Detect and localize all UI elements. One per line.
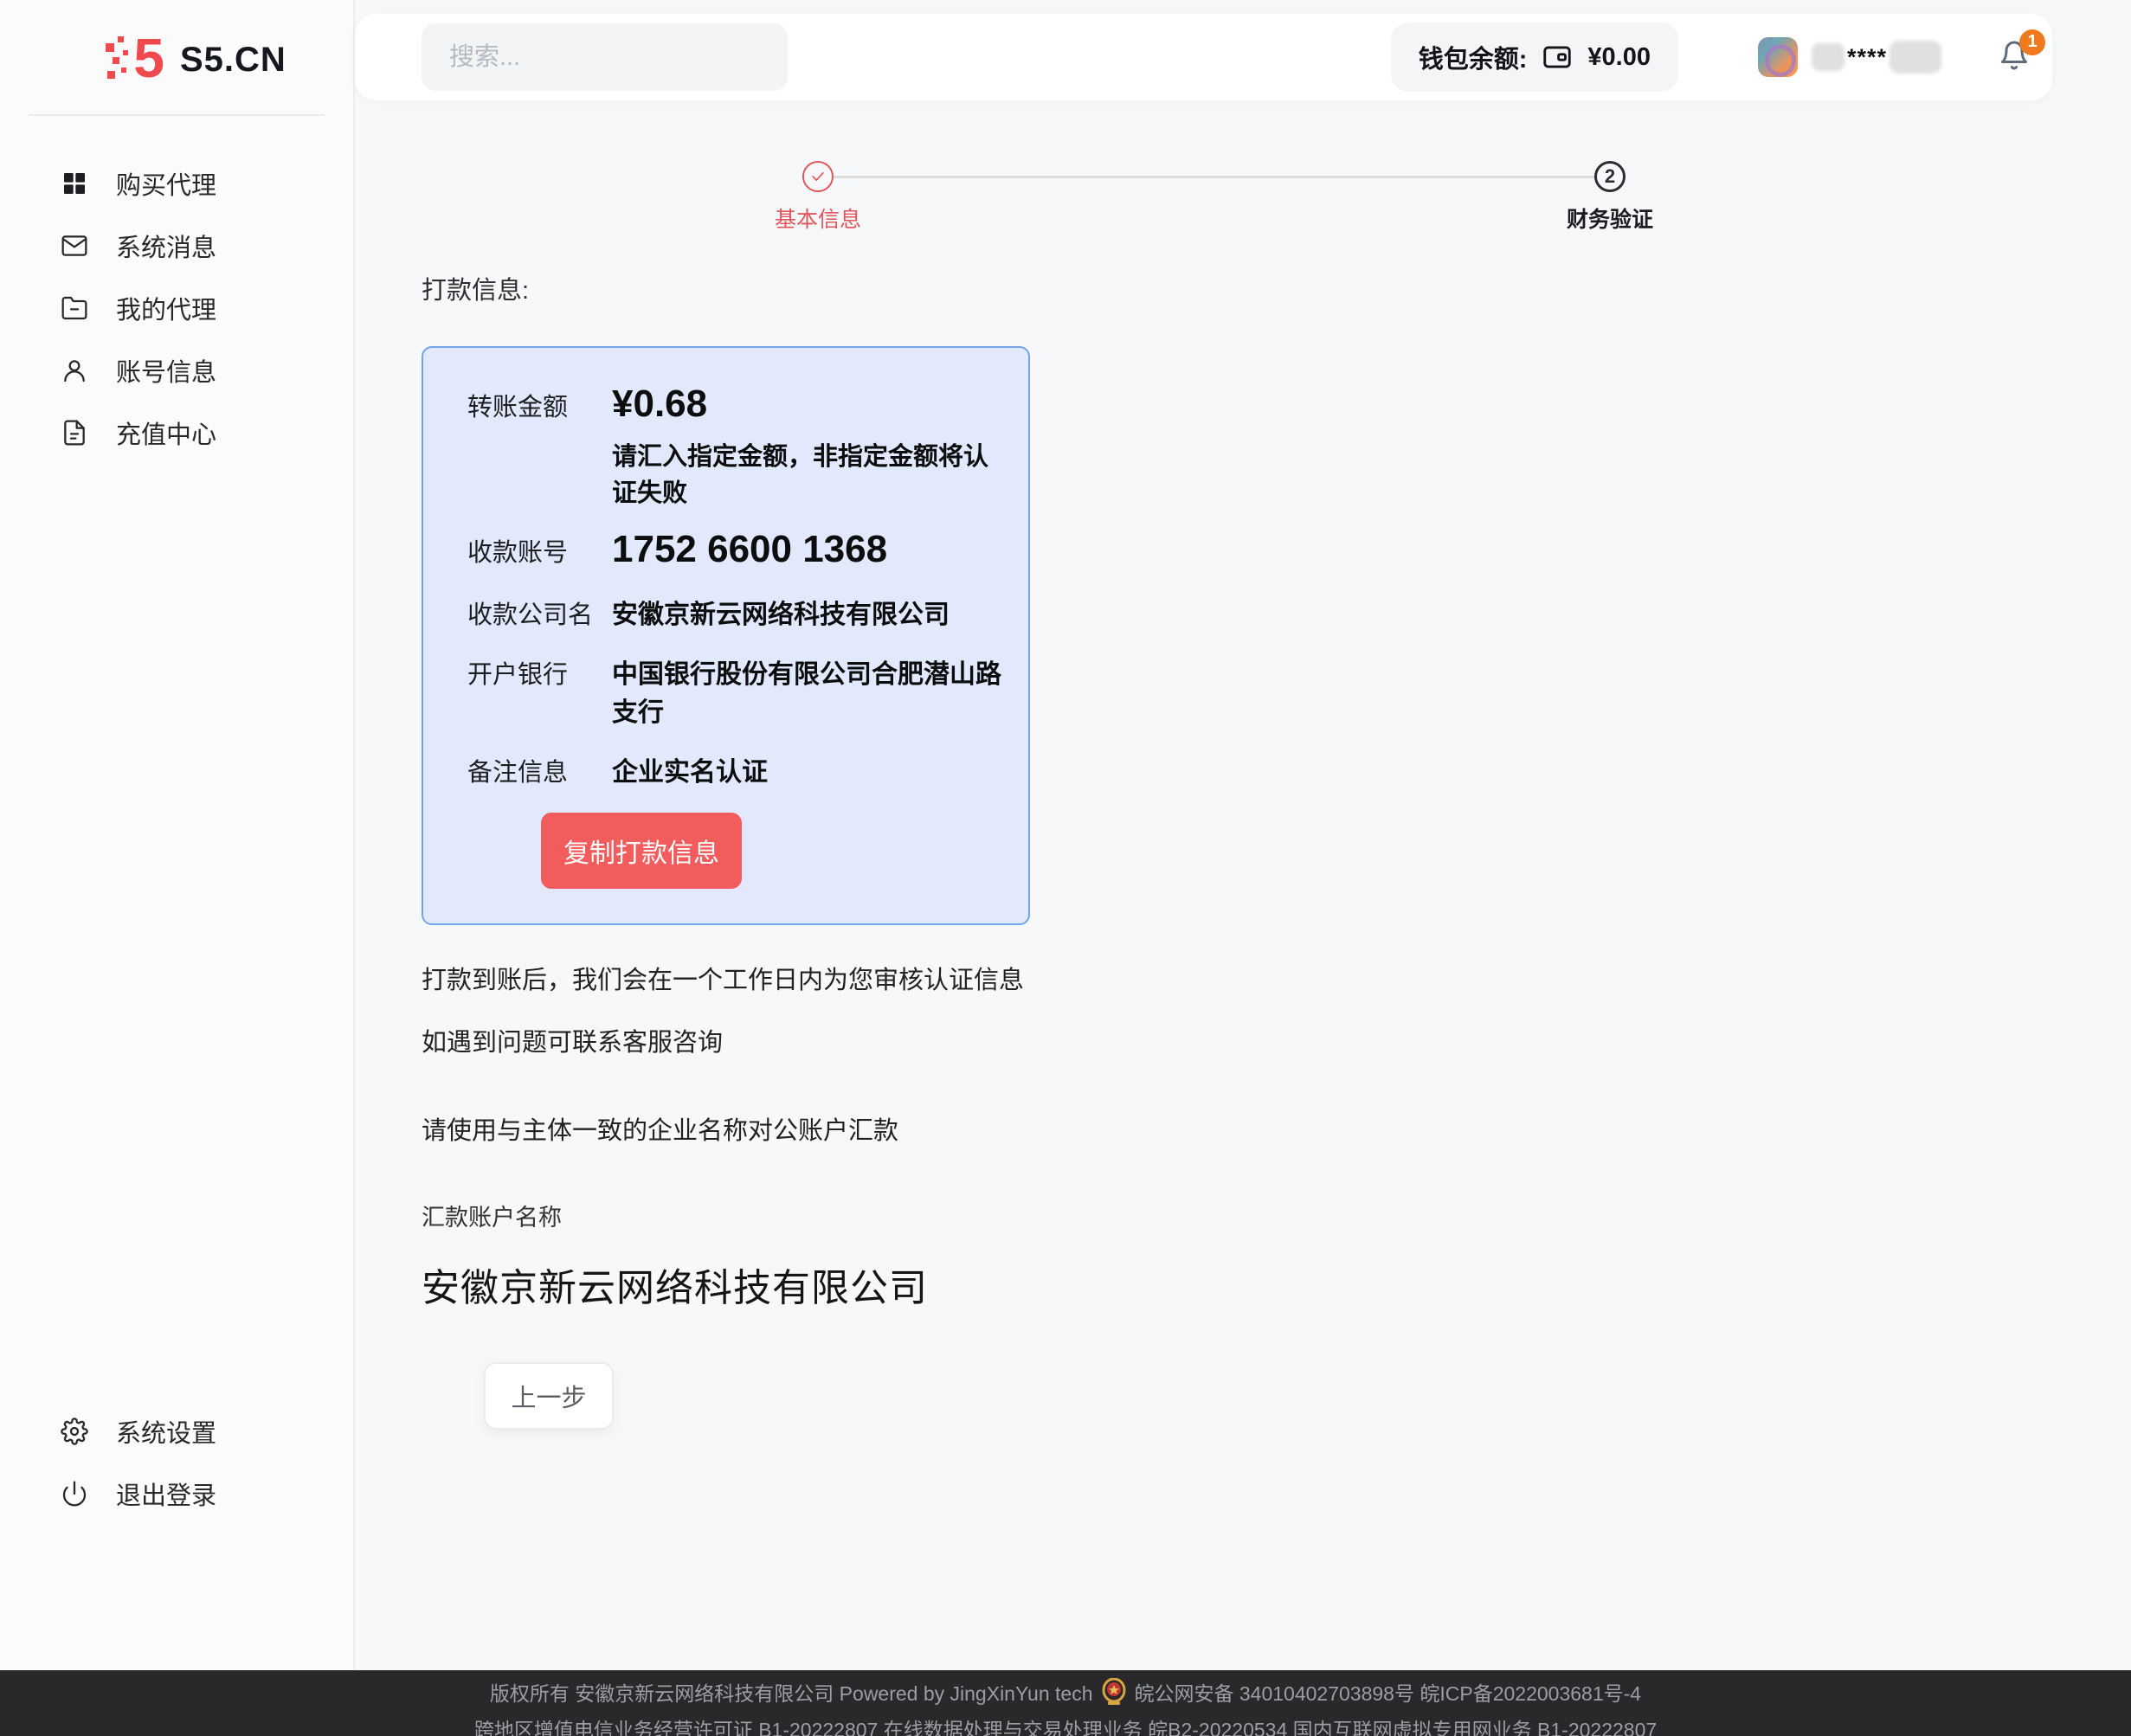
sidebar-item-account-info[interactable]: 账号信息	[0, 339, 353, 402]
stepper: 基本信息 2 财务验证	[355, 161, 2131, 251]
payment-row-bank: 开户银行 中国银行股份有限公司合肥潜山路支行	[467, 650, 1002, 729]
receiving-account-value: 1752 6600 1368	[612, 528, 887, 571]
masked-blob	[1812, 43, 1845, 71]
wallet-balance-amount: ¥0.00	[1587, 43, 1651, 72]
sidebar-item-label: 系统消息	[116, 228, 216, 264]
step-done-circle	[802, 161, 834, 192]
footer-line-1: 版权所有 安徽京新云网络科技有限公司 Powered by JingXinYun…	[490, 1677, 1641, 1707]
sidebar-item-system-messages[interactable]: 系统消息	[0, 215, 353, 277]
wallet-icon	[1541, 41, 1574, 74]
user-icon	[61, 357, 88, 384]
sidebar-item-buy-proxy[interactable]: 购买代理	[0, 152, 353, 215]
sidebar-item-my-proxies[interactable]: 我的代理	[0, 277, 353, 339]
note-contact-support: 如遇到问题可联系客服咨询	[422, 1022, 2131, 1058]
payment-row-label: 转账金额	[467, 383, 612, 509]
payment-section-title: 打款信息:	[422, 270, 2131, 306]
sidebar-item-system-settings[interactable]: 系统设置	[0, 1400, 353, 1463]
sidebar: 5 S5.CN 购买代理 系统消息	[0, 0, 355, 1670]
sidebar-item-label: 购买代理	[116, 165, 216, 202]
footer-beian: 皖公网安备 34010402703898号 皖ICP备2022003681号-4	[1135, 1677, 1642, 1707]
page: 5 S5.CN 购买代理 系统消息	[0, 0, 2131, 1670]
sidebar-item-label: 系统设置	[116, 1413, 216, 1450]
search-input[interactable]	[422, 23, 788, 91]
sidebar-item-logout[interactable]: 退出登录	[0, 1463, 353, 1525]
payment-row-label: 收款公司名	[467, 590, 612, 631]
payment-row-amount: 转账金额 ¥0.68 请汇入指定金额，非指定金额将认证失败	[467, 383, 1002, 509]
remit-account-name: 安徽京新云网络科技有限公司	[422, 1257, 2131, 1312]
gear-icon	[61, 1418, 88, 1445]
notification-bell[interactable]: 1	[1999, 40, 2030, 75]
footer-licenses: 跨地区增值电信业务经营许可证 B1-20222807 在线数据处理与交易处理业务…	[474, 1713, 1657, 1736]
public-security-badge-icon	[1102, 1678, 1126, 1706]
avatar[interactable]	[1758, 37, 1798, 77]
sidebar-divider	[29, 114, 325, 116]
footer: 版权所有 安徽京新云网络科技有限公司 Powered by JingXinYun…	[0, 1670, 2131, 1736]
topbar-right: 钱包余额: ¥0.00 **** 1	[1391, 23, 2030, 92]
remark-value: 企业实名认证	[612, 748, 768, 788]
sidebar-item-recharge-center[interactable]: 充值中心	[0, 402, 353, 464]
logo-text: S5.CN	[180, 41, 286, 80]
note-use-company-account: 请使用与主体一致的企业名称对公账户汇款	[422, 1110, 2131, 1147]
notes-section: 打款到账后，我们会在一个工作日内为您审核认证信息 如遇到问题可联系客服咨询 请使…	[422, 960, 2131, 1312]
payment-row-label: 收款账号	[467, 528, 612, 571]
payment-row-company: 收款公司名 安徽京新云网络科技有限公司	[467, 590, 1002, 631]
step-label: 财务验证	[1567, 203, 1653, 234]
payment-row-label: 备注信息	[467, 748, 612, 788]
check-icon	[809, 168, 827, 185]
step-finance-verify: 2 财务验证	[1567, 161, 1653, 234]
wallet-balance[interactable]: 钱包余额: ¥0.00	[1391, 23, 1678, 92]
step-number-circle: 2	[1594, 161, 1626, 192]
masked-stars: ****	[1847, 44, 1887, 71]
remit-account-label: 汇款账户名称	[422, 1199, 2131, 1232]
username-masked[interactable]: ****	[1812, 41, 1941, 74]
grid-icon	[61, 170, 88, 197]
payment-row-label: 开户银行	[467, 650, 612, 729]
transfer-amount-value: ¥0.68	[612, 383, 1002, 426]
payment-row-account: 收款账号 1752 6600 1368	[467, 528, 1002, 571]
folder-icon	[61, 294, 88, 322]
copy-payment-info-button[interactable]: 复制打款信息	[541, 813, 742, 889]
document-icon	[61, 419, 88, 447]
transfer-amount-note: 请汇入指定金额，非指定金额将认证失败	[612, 436, 1002, 509]
payment-info-card: 转账金额 ¥0.68 请汇入指定金额，非指定金额将认证失败 收款账号 1752 …	[422, 346, 1030, 925]
notification-badge: 1	[2019, 29, 2045, 55]
logo-glyph: 5	[133, 26, 164, 90]
sidebar-menu: 购买代理 系统消息 我的代理 账号信息	[0, 152, 353, 464]
bank-value: 中国银行股份有限公司合肥潜山路支行	[612, 650, 1002, 729]
stepper-connector	[834, 176, 1595, 178]
step-label: 基本信息	[775, 203, 861, 234]
power-icon	[61, 1480, 88, 1508]
main-content: 钱包余额: ¥0.00 **** 1	[355, 0, 2131, 1670]
sidebar-bottom-menu: 系统设置 退出登录	[0, 1400, 353, 1525]
note-review-time: 打款到账后，我们会在一个工作日内为您审核认证信息	[422, 960, 2131, 996]
receiving-company-value: 安徽京新云网络科技有限公司	[612, 590, 950, 631]
sidebar-item-label: 账号信息	[116, 352, 216, 389]
step-basic-info: 基本信息	[775, 161, 861, 234]
sidebar-item-label: 退出登录	[116, 1476, 216, 1512]
footer-line-2: 跨地区增值电信业务经营许可证 B1-20222807 在线数据处理与交易处理业务…	[474, 1713, 1657, 1736]
payment-row-remark: 备注信息 企业实名认证	[467, 748, 1002, 788]
previous-step-button[interactable]: 上一步	[484, 1362, 614, 1430]
wallet-balance-label: 钱包余额:	[1419, 39, 1528, 75]
footer-copyright: 版权所有 安徽京新云网络科技有限公司 Powered by JingXinYun…	[490, 1677, 1093, 1707]
logo: 5 S5.CN	[0, 0, 353, 88]
sidebar-item-label: 我的代理	[116, 290, 216, 326]
sidebar-item-label: 充值中心	[116, 415, 216, 451]
topbar: 钱包余额: ¥0.00 **** 1	[355, 14, 2052, 100]
logo-icon: 5	[104, 31, 164, 88]
mail-icon	[61, 232, 88, 260]
masked-blob	[1890, 41, 1941, 74]
